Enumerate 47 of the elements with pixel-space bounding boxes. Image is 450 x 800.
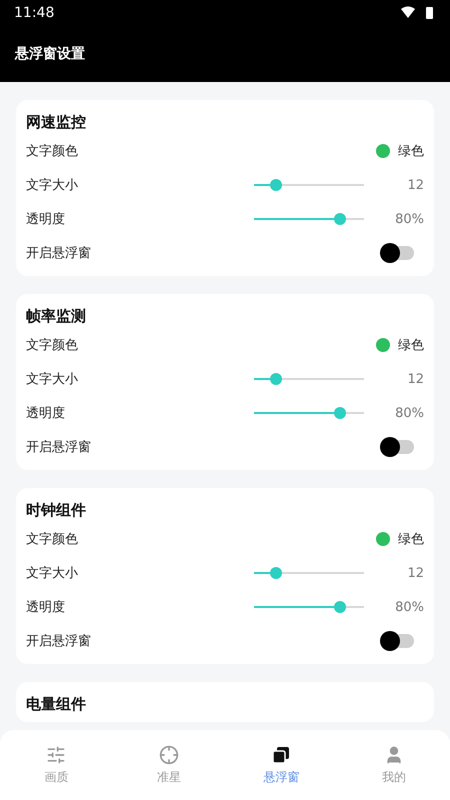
nav-tab[interactable]: 我的 — [338, 730, 450, 800]
color-dot[interactable] — [376, 532, 390, 546]
row-label: 透明度 — [26, 405, 66, 422]
card-title: 网速监控 — [26, 112, 87, 132]
slider-value: 12 — [406, 372, 424, 386]
slider-thumb[interactable] — [270, 373, 282, 385]
row-label: 透明度 — [26, 211, 66, 228]
slider-value: 80% — [394, 212, 424, 226]
nav-tab[interactable]: 悬浮窗 — [225, 730, 338, 800]
card-title: 电量组件 — [26, 694, 87, 714]
slider-value: 12 — [406, 178, 424, 192]
slider-value: 12 — [406, 566, 424, 580]
slider-thumb[interactable] — [334, 407, 346, 419]
row-label: 文字颜色 — [26, 337, 79, 354]
row-label: 文字大小 — [26, 371, 79, 388]
slider-value: 80% — [394, 406, 424, 420]
toggle-switch[interactable] — [380, 631, 416, 651]
color-dot[interactable] — [376, 144, 390, 158]
slider-thumb[interactable] — [334, 601, 346, 613]
nav-tab[interactable]: 画质 — [0, 730, 112, 800]
row-label: 文字大小 — [26, 177, 79, 194]
crosshair-icon — [158, 744, 179, 764]
row-label: 透明度 — [26, 599, 66, 616]
slider-thumb[interactable] — [270, 179, 282, 191]
slider-thumb[interactable] — [270, 567, 282, 579]
row-label: 文字颜色 — [26, 531, 79, 548]
status-time: 11:48 — [14, 5, 54, 21]
row-label: 文字大小 — [26, 565, 79, 582]
row-label: 开启悬浮窗 — [26, 633, 92, 650]
status-icons — [400, 6, 436, 20]
page-title: 悬浮窗设置 — [15, 45, 85, 63]
color-name: 绿色 — [398, 337, 424, 354]
windows-icon — [271, 744, 292, 764]
color-dot[interactable] — [376, 338, 390, 352]
slider-thumb[interactable] — [334, 213, 346, 225]
card-title: 帧率监测 — [26, 306, 87, 326]
color-name: 绿色 — [398, 531, 424, 548]
sliders-icon — [46, 744, 66, 764]
nav-tab[interactable]: 准星 — [112, 730, 225, 800]
row-label: 文字颜色 — [26, 143, 79, 160]
slider-value: 80% — [394, 600, 424, 614]
color-name: 绿色 — [398, 143, 424, 160]
toggle-switch[interactable] — [380, 243, 416, 263]
card-title: 时钟组件 — [26, 500, 87, 520]
row-label: 开启悬浮窗 — [26, 245, 92, 262]
toggle-switch[interactable] — [380, 437, 416, 457]
row-label: 开启悬浮窗 — [26, 439, 92, 456]
